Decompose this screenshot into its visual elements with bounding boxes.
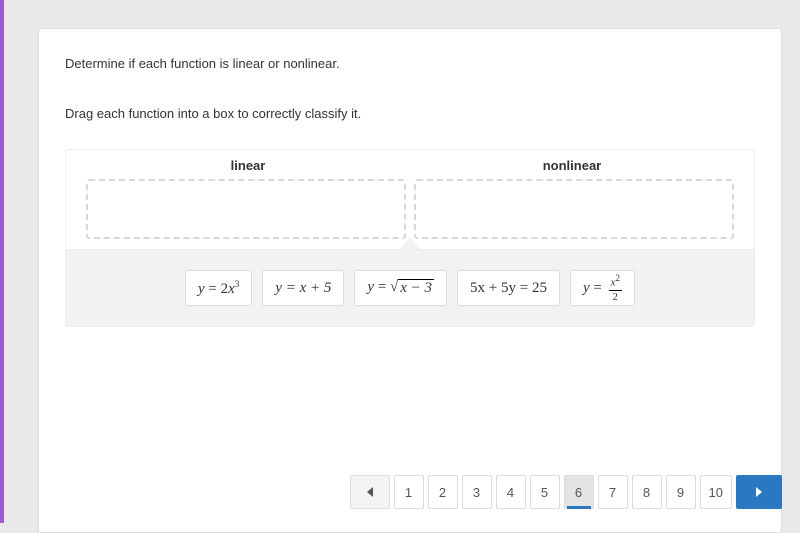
page-button-3[interactable]: 3 xyxy=(462,475,492,509)
classification-container: linear nonlinear y = 2x3 y = x + 5 y = √… xyxy=(65,149,755,327)
chip-text: y = x + 5 xyxy=(275,280,331,297)
chip-y-equals-2x-cubed[interactable]: y = 2x3 xyxy=(185,270,252,306)
chevron-right-icon xyxy=(756,487,762,497)
chip-y-equals-x-plus-5[interactable]: y = x + 5 xyxy=(262,270,344,306)
page-button-5[interactable]: 5 xyxy=(530,475,560,509)
category-headers: linear nonlinear xyxy=(66,150,754,179)
question-card: Determine if each function is linear or … xyxy=(38,28,782,533)
pool-notch xyxy=(400,237,420,249)
page-button-6[interactable]: 6 xyxy=(564,475,594,509)
next-page-button[interactable] xyxy=(736,475,782,509)
chip-y-equals-sqrt-x-minus-3[interactable]: y = √x − 3 xyxy=(354,270,447,306)
chevron-left-icon xyxy=(367,487,373,497)
chip-text: y = √x − 3 xyxy=(367,279,434,297)
page-button-4[interactable]: 4 xyxy=(496,475,526,509)
chip-pool: y = 2x3 y = x + 5 y = √x − 3 5x + 5y = 2… xyxy=(66,249,754,326)
page-button-1[interactable]: 1 xyxy=(394,475,424,509)
chip-5x-plus-5y-equals-25[interactable]: 5x + 5y = 25 xyxy=(457,270,560,306)
page-button-8[interactable]: 8 xyxy=(632,475,662,509)
page-button-10[interactable]: 10 xyxy=(700,475,732,509)
question-prompt: Determine if each function is linear or … xyxy=(65,55,755,73)
page-button-2[interactable]: 2 xyxy=(428,475,458,509)
chip-text: 5x + 5y = 25 xyxy=(470,280,547,297)
drop-zone-nonlinear[interactable] xyxy=(414,179,734,239)
drop-row xyxy=(66,179,754,249)
drop-zone-linear[interactable] xyxy=(86,179,406,239)
question-instruction: Drag each function into a box to correct… xyxy=(65,105,755,123)
pagination: 12345678910 xyxy=(350,475,782,509)
page-button-9[interactable]: 9 xyxy=(666,475,696,509)
category-header-linear: linear xyxy=(86,158,410,173)
prev-page-button[interactable] xyxy=(350,475,390,509)
category-header-nonlinear: nonlinear xyxy=(410,158,734,173)
chip-y-equals-x-squared-over-2[interactable]: y = x2 2 xyxy=(570,270,635,306)
chip-text: y = x2 2 xyxy=(583,274,622,303)
chip-text: y = 2x3 xyxy=(198,279,239,298)
accent-bar xyxy=(0,0,4,523)
page-button-7[interactable]: 7 xyxy=(598,475,628,509)
